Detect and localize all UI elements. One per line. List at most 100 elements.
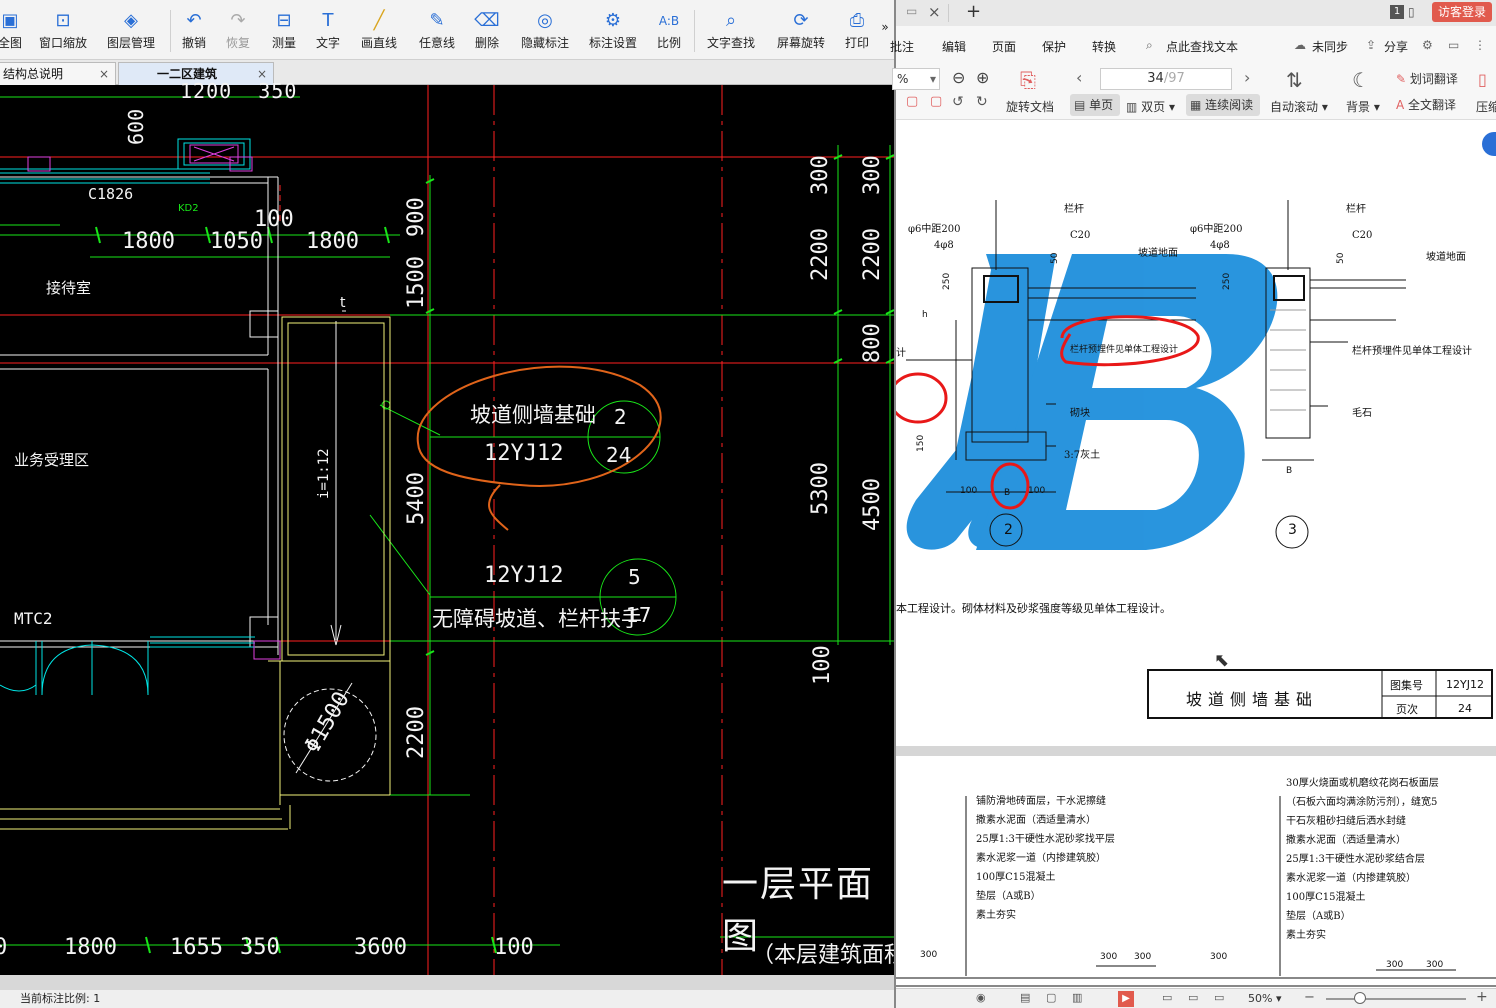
zoom-in-icon[interactable]: ⊕ [976, 68, 989, 87]
zoom-out-icon[interactable]: ⊖ [952, 68, 965, 87]
next-page-icon[interactable]: › [1244, 68, 1250, 87]
find-text-button[interactable]: 点此查找文本 [1166, 38, 1238, 55]
print-button[interactable]: ⎙ 打印 [842, 8, 872, 56]
text-search-button[interactable]: ⌕ 文字查找 [704, 8, 758, 56]
background-button[interactable]: 背景 ▾ [1346, 98, 1380, 115]
menu-convert[interactable]: 转换 [1092, 38, 1116, 55]
settings-icon[interactable]: ⚙ [1422, 38, 1433, 52]
eraser-icon: ⌫ [474, 10, 500, 31]
fit-all-icon: ▣ [1, 10, 19, 31]
prev-page-icon[interactable]: ‹ [1076, 68, 1082, 87]
page-number-input[interactable]: 34/97 [1100, 68, 1232, 90]
rotate-left-icon[interactable]: ↺ [952, 94, 964, 110]
new-tab-button[interactable]: + [966, 1, 981, 22]
double-page-button[interactable]: ▥ 双页 ▾ [1126, 98, 1175, 115]
zoom-status[interactable]: 50% ▾ [1248, 992, 1281, 1005]
word-translate-button[interactable]: ✎ 划词翻译 [1396, 70, 1458, 87]
fit-page-icon[interactable]: ▢ [906, 94, 918, 109]
undo-icon: ↶ [186, 10, 202, 31]
detail-title: 坡道侧墙基础 [1186, 690, 1319, 709]
menu-page[interactable]: 页面 [992, 38, 1016, 55]
rotate-document-button[interactable]: 旋转文档 [1006, 98, 1054, 115]
measure-button[interactable]: ⊟ 测量 [269, 8, 299, 56]
compress-icon[interactable]: ▯ [1478, 70, 1487, 89]
wall-outlines [0, 316, 391, 830]
text-search-label: 文字查找 [706, 36, 755, 50]
single-view-icon[interactable]: ▤ [1020, 991, 1030, 1004]
auto-scroll-icon[interactable]: ⇅ [1286, 68, 1303, 92]
dim-label: 5300 [808, 462, 833, 515]
delete-button[interactable]: ⌫ 删除 [472, 8, 502, 56]
page-view-icon[interactable]: ▢ [1046, 991, 1056, 1004]
layers-button[interactable]: ◈ 图层管理 [104, 8, 158, 56]
pdf-reader-window: ▭ × + 1 ▯ 访客登录 批注 编辑 页面 保护 转换 ⌕ 点此查找文本 ☁… [890, 0, 1496, 1008]
menu-annotate[interactable]: 批注 [890, 38, 914, 55]
hide-annotation-button[interactable]: ◎ 隐藏标注 [518, 8, 572, 56]
auto-scroll-button[interactable]: 自动滚动 ▾ [1270, 98, 1328, 115]
fit-all-button[interactable]: ▣ 全图 [0, 8, 24, 56]
draw-line-label: 画直线 [360, 36, 397, 50]
background-icon[interactable]: ☾ [1352, 68, 1370, 92]
window-zoom-icon: ⊡ [55, 10, 71, 31]
single-page-button[interactable]: ▤ 单页 [1070, 94, 1120, 116]
play-icon[interactable]: ▶ [1118, 991, 1134, 1007]
eye-icon[interactable]: ◉ [976, 991, 986, 1004]
total-pages: /97 [1163, 71, 1185, 86]
rotate-screen-button[interactable]: ⟳ 屏幕旋转 [774, 8, 828, 56]
current-page: 34 [1147, 71, 1164, 86]
notification-badge[interactable]: 1 [1390, 5, 1404, 19]
rotate-document-icon[interactable]: ⎘ [1020, 68, 1036, 92]
text-button[interactable]: T 文字 [314, 8, 342, 56]
dim-label: 1500 [404, 256, 429, 309]
guest-login-button[interactable]: 访客登录 [1431, 2, 1492, 22]
comment-icon[interactable]: ▭ [1448, 38, 1459, 52]
pdf-document-view[interactable]: φ6中距200 4φ8 C20 栏杆 坡道地面 栏杆预埋件见单体工程设计 砌块 … [896, 120, 1496, 988]
fullscreen-icon[interactable]: ▭ [1214, 991, 1224, 1004]
more-icon[interactable]: ⋮ [1474, 38, 1486, 52]
fit-width-icon[interactable]: ▢ [930, 94, 942, 109]
pin-icon[interactable]: ▭ [906, 4, 917, 18]
continuous-read-button[interactable]: ▦ 连续阅读 [1186, 94, 1260, 116]
share-icon: ⇪ [1366, 38, 1377, 52]
fit-icon[interactable]: ▭ [1162, 991, 1172, 1004]
mouse-cursor-icon: ⬉ [1214, 650, 1230, 671]
page-value: 24 [1458, 702, 1472, 715]
dim-label: 900 [404, 197, 429, 237]
undo-button[interactable]: ↶ 撤销 [180, 8, 208, 56]
window-menu-icon[interactable]: ▯ [1408, 5, 1415, 19]
zoom-minus-icon[interactable]: − [1304, 990, 1315, 1005]
book-view-icon[interactable]: ▥ [1072, 991, 1082, 1004]
window-zoom-button[interactable]: ⊡ 窗口缩放 [36, 8, 90, 56]
search-icon[interactable]: ⌕ [1146, 38, 1153, 53]
close-icon[interactable]: × [99, 63, 109, 85]
freehand-button[interactable]: ✎ 任意线 [416, 8, 458, 56]
double-page-label: 双页 [1141, 100, 1166, 114]
zoom-select[interactable]: % ▾ [892, 68, 940, 90]
draw-line-button[interactable]: ╱ 画直线 [358, 8, 400, 56]
compress-button[interactable]: 压缩 [1476, 98, 1496, 115]
redo-button[interactable]: ↷ 恢复 [224, 8, 252, 56]
rotate-right-icon[interactable]: ↻ [976, 94, 988, 110]
dim-label: 600 [124, 108, 148, 145]
cad-toolbar: ▣ 全图 ⊡ 窗口缩放 ◈ 图层管理 ↶ 撤销 ↷ 恢复 ⊟ 测量 T 文字 ╱ 画直线 ✎ 任意… [0, 0, 894, 60]
dim-label: 1655 [170, 935, 223, 960]
sync-status[interactable]: 未同步 [1312, 38, 1348, 55]
full-translate-button[interactable]: A 全文翻译 [1396, 96, 1456, 113]
dim-label: 5400 [404, 472, 429, 525]
dim-label: 2200 [860, 228, 885, 281]
zoom-slider-thumb[interactable] [1354, 992, 1366, 1004]
menu-protect[interactable]: 保护 [1042, 38, 1066, 55]
close-tab-icon[interactable]: × [928, 3, 941, 21]
cad-drawing-canvas[interactable]: 1200 350 600 C1826 KD2 100 1800 1050 180… [0, 79, 894, 975]
share-button[interactable]: 分享 [1384, 38, 1408, 55]
tab-structure-notes[interactable]: 结构总说明 × [0, 62, 116, 85]
rotate-screen-label: 屏幕旋转 [776, 36, 825, 50]
zoom-slider-track[interactable] [1326, 998, 1466, 1000]
menu-edit[interactable]: 编辑 [942, 38, 966, 55]
horizontal-scrollbar[interactable] [0, 975, 894, 990]
tab-divider [948, 4, 949, 22]
annotation-settings-button[interactable]: ⚙ 标注设置 [586, 8, 640, 56]
scale-button[interactable]: A:B 比例 [654, 8, 684, 56]
fit-width-status-icon[interactable]: ▭ [1188, 991, 1198, 1004]
zoom-plus-icon[interactable]: + [1476, 989, 1488, 1005]
